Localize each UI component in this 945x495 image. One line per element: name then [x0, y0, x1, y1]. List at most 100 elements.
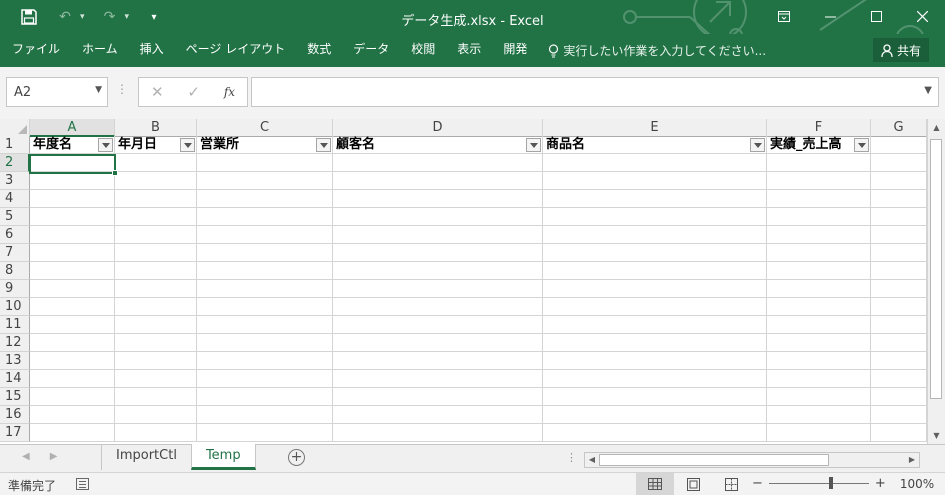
cell-g14[interactable]: [871, 370, 927, 388]
cell-c12[interactable]: [197, 334, 333, 352]
minimize-icon[interactable]: [807, 0, 853, 32]
name-box-dropdown-icon[interactable]: ▼: [95, 85, 102, 95]
cell-b2[interactable]: [115, 154, 197, 172]
header-cell-c1[interactable]: 営業所: [197, 136, 333, 154]
cell-e5[interactable]: [543, 208, 767, 226]
name-box[interactable]: A2 ▼: [6, 77, 108, 107]
header-cell-d1[interactable]: 顧客名: [333, 136, 543, 154]
cell-c11[interactable]: [197, 316, 333, 334]
insert-function-icon[interactable]: fx: [224, 85, 235, 99]
scroll-right-icon[interactable]: ▶: [905, 453, 919, 467]
row-header-7[interactable]: 7: [0, 244, 30, 262]
scroll-up-icon[interactable]: ▲: [928, 119, 945, 136]
cell-f3[interactable]: [767, 172, 871, 190]
cell-c9[interactable]: [197, 280, 333, 298]
close-icon[interactable]: [899, 0, 945, 32]
cell-d6[interactable]: [333, 226, 543, 244]
cell-e8[interactable]: [543, 262, 767, 280]
cell-d3[interactable]: [333, 172, 543, 190]
cell-c3[interactable]: [197, 172, 333, 190]
cell-g2[interactable]: [871, 154, 927, 172]
cell-b11[interactable]: [115, 316, 197, 334]
cell-f15[interactable]: [767, 388, 871, 406]
cell-f11[interactable]: [767, 316, 871, 334]
row-header-14[interactable]: 14: [0, 370, 30, 388]
maximize-icon[interactable]: [853, 0, 899, 32]
cell-e2[interactable]: [543, 154, 767, 172]
cell-c2[interactable]: [197, 154, 333, 172]
formula-input[interactable]: ▼: [251, 77, 939, 107]
cell-c13[interactable]: [197, 352, 333, 370]
cell-g5[interactable]: [871, 208, 927, 226]
cell-f12[interactable]: [767, 334, 871, 352]
cell-f14[interactable]: [767, 370, 871, 388]
filter-dropdown-icon[interactable]: [180, 138, 195, 152]
cell-a11[interactable]: [30, 316, 115, 334]
tab-view[interactable]: 表示: [446, 34, 492, 67]
cell-f6[interactable]: [767, 226, 871, 244]
cell-d5[interactable]: [333, 208, 543, 226]
row-header-16[interactable]: 16: [0, 406, 30, 424]
cell-g15[interactable]: [871, 388, 927, 406]
row-header-9[interactable]: 9: [0, 280, 30, 298]
cell-e17[interactable]: [543, 424, 767, 442]
cell-f7[interactable]: [767, 244, 871, 262]
cell-d10[interactable]: [333, 298, 543, 316]
cell-d14[interactable]: [333, 370, 543, 388]
cell-e6[interactable]: [543, 226, 767, 244]
cell-e7[interactable]: [543, 244, 767, 262]
cell-e13[interactable]: [543, 352, 767, 370]
cell-g9[interactable]: [871, 280, 927, 298]
column-header-c[interactable]: C: [197, 119, 333, 137]
cell-e4[interactable]: [543, 190, 767, 208]
cell-a16[interactable]: [30, 406, 115, 424]
cell-a7[interactable]: [30, 244, 115, 262]
cell-a5[interactable]: [30, 208, 115, 226]
cell-g3[interactable]: [871, 172, 927, 190]
cell-f16[interactable]: [767, 406, 871, 424]
header-cell-f1[interactable]: 実績_売上高: [767, 136, 871, 154]
cell-f4[interactable]: [767, 190, 871, 208]
cell-b7[interactable]: [115, 244, 197, 262]
filter-dropdown-icon[interactable]: [98, 138, 113, 152]
cell-b5[interactable]: [115, 208, 197, 226]
cell-g12[interactable]: [871, 334, 927, 352]
row-header-10[interactable]: 10: [0, 298, 30, 316]
sheet-tab-importctl[interactable]: ImportCtl: [101, 444, 191, 470]
row-header-15[interactable]: 15: [0, 388, 30, 406]
cell-c17[interactable]: [197, 424, 333, 442]
cell-a12[interactable]: [30, 334, 115, 352]
macro-recording-icon[interactable]: [76, 478, 89, 490]
tab-formulas[interactable]: 数式: [296, 34, 342, 67]
filter-dropdown-icon[interactable]: [854, 138, 869, 152]
cell-f8[interactable]: [767, 262, 871, 280]
tell-me-box[interactable]: 実行したい作業を入力してください...: [538, 34, 776, 67]
cell-c4[interactable]: [197, 190, 333, 208]
column-header-a[interactable]: A: [30, 119, 115, 137]
cancel-icon[interactable]: ✕: [151, 83, 164, 101]
cell-e16[interactable]: [543, 406, 767, 424]
cell-g11[interactable]: [871, 316, 927, 334]
cell-d16[interactable]: [333, 406, 543, 424]
column-header-e[interactable]: E: [543, 119, 767, 137]
vertical-scroll-thumb[interactable]: [930, 139, 942, 399]
cell-c15[interactable]: [197, 388, 333, 406]
cell-c14[interactable]: [197, 370, 333, 388]
zoom-level[interactable]: 100%: [900, 477, 934, 491]
cell-a6[interactable]: [30, 226, 115, 244]
cell-d13[interactable]: [333, 352, 543, 370]
cell-a15[interactable]: [30, 388, 115, 406]
horizontal-scrollbar[interactable]: ◀ ▶: [584, 452, 920, 468]
cell-g7[interactable]: [871, 244, 927, 262]
cell-a8[interactable]: [30, 262, 115, 280]
cell-b3[interactable]: [115, 172, 197, 190]
normal-view-icon[interactable]: [636, 473, 674, 495]
cell-d4[interactable]: [333, 190, 543, 208]
tab-insert[interactable]: 挿入: [129, 34, 175, 67]
cell-g16[interactable]: [871, 406, 927, 424]
cell-f5[interactable]: [767, 208, 871, 226]
cell-b15[interactable]: [115, 388, 197, 406]
scroll-down-icon[interactable]: ▼: [928, 427, 945, 444]
zoom-slider[interactable]: [768, 477, 869, 489]
cell-c5[interactable]: [197, 208, 333, 226]
